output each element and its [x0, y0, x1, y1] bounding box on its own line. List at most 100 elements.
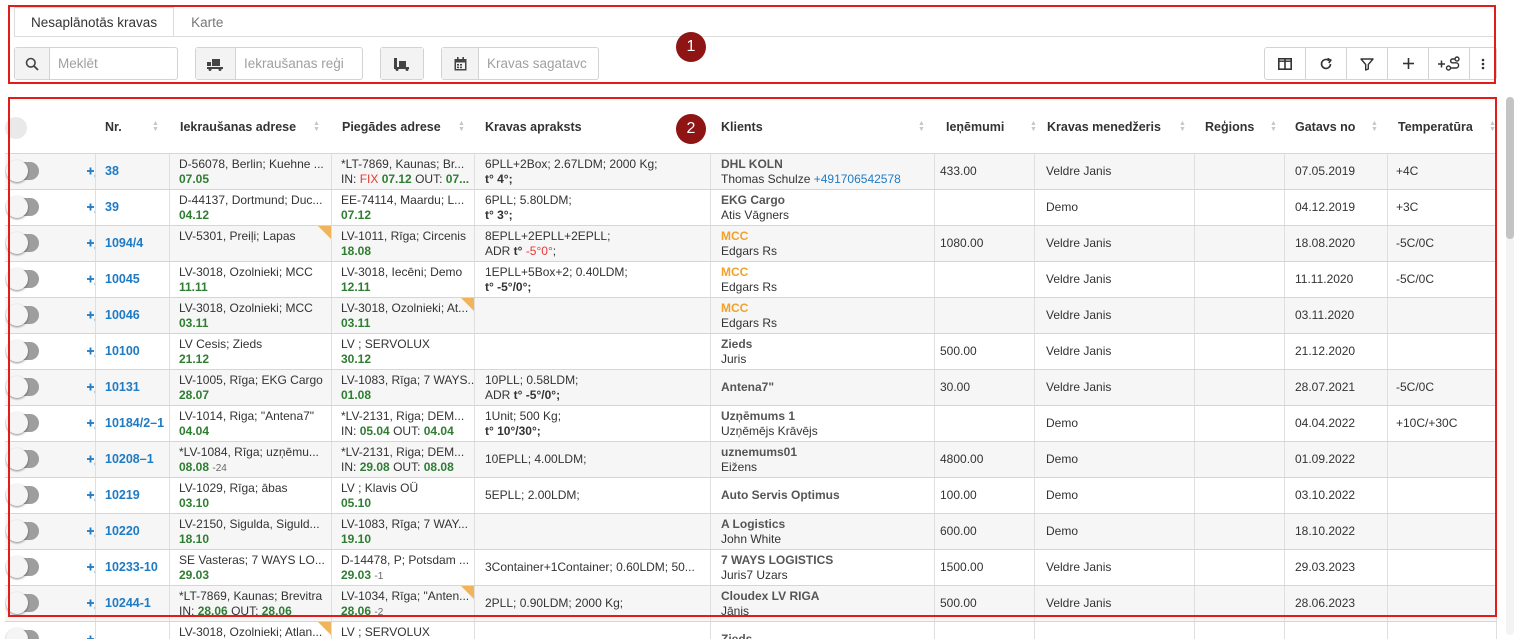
add-route-icon[interactable] — [86, 557, 95, 577]
refresh-icon[interactable] — [1306, 48, 1347, 79]
client-name[interactable]: EKG Cargo — [721, 193, 785, 207]
row-toggle[interactable] — [6, 520, 39, 542]
client-name[interactable]: uznemums01 — [721, 445, 797, 459]
sort-icon[interactable]: ▲ ▼ — [1489, 120, 1496, 133]
add-route-icon[interactable] — [86, 269, 95, 289]
sort-icon[interactable]: ▲ ▼ — [1179, 120, 1186, 133]
cargo-number-link[interactable]: 10220 — [105, 524, 140, 538]
cargo-number-link[interactable]: 10046 — [105, 308, 140, 322]
cargo-number-link[interactable]: 10233-10 — [105, 560, 158, 574]
table-row[interactable]: 10131 LV-1005, Rīga; EKG Cargo 28.07 LV-108… — [5, 369, 1497, 405]
table-row[interactable]: 10244-1 *LT-7869, Kaunas; Brevitra IN: 28.… — [5, 585, 1497, 621]
add-route-icon[interactable] — [86, 377, 95, 397]
col-ready-by[interactable]: Gatavs no — [1295, 105, 1355, 150]
loading-region-input[interactable]: Iekraušanas reģi — [236, 56, 344, 71]
add-route-icon[interactable] — [86, 521, 95, 541]
cargo-number-link[interactable]: 38 — [105, 164, 119, 178]
sort-icon[interactable]: ▲ ▼ — [313, 120, 320, 133]
row-toggle[interactable] — [6, 484, 39, 506]
select-all-toggle[interactable] — [5, 117, 27, 139]
row-toggle[interactable] — [6, 340, 39, 362]
client-name[interactable]: Zieds — [721, 632, 752, 639]
col-delivery-address[interactable]: Piegādes adrese — [342, 105, 441, 150]
col-client[interactable]: Klients — [721, 105, 763, 150]
table-row[interactable]: 39 D-44137, Dortmund; Duc... 04.12 EE-74114… — [5, 189, 1497, 225]
cargo-number-link[interactable]: 10045 — [105, 272, 140, 286]
col-cargo-description[interactable]: Kravas apraksts — [485, 105, 582, 150]
search-icon[interactable] — [15, 48, 50, 79]
truck-unloading-icon[interactable] — [381, 48, 423, 79]
sort-icon[interactable]: ▲ ▼ — [458, 120, 465, 133]
calendar-icon[interactable] — [442, 48, 479, 79]
col-temperature[interactable]: Temperatūra — [1398, 105, 1473, 150]
table-row[interactable]: LV-3018, Ozolnieki; Atlan... LV ; SERVOLU… — [5, 621, 1497, 639]
client-name[interactable]: Antena7" — [721, 380, 774, 394]
table-row[interactable]: 10100 LV Cesis; Zieds 21.12 LV ; SERVOLUX 30… — [5, 333, 1497, 369]
client-name[interactable]: Cloudex LV RIGA — [721, 589, 819, 603]
client-name[interactable]: 7 WAYS LOGISTICS — [721, 553, 833, 567]
more-options-icon[interactable] — [1470, 48, 1496, 79]
client-name[interactable]: Uzņēmums 1 — [721, 409, 795, 423]
add-route-icon[interactable] — [1429, 48, 1470, 79]
table-row[interactable]: 10233-10 SE Vasteras; 7 WAYS LO... 29.03 D-… — [5, 549, 1497, 585]
row-toggle[interactable] — [6, 592, 39, 614]
table-row[interactable]: 1094/4 LV-5301, Preiļi; Lapas LV-1011, Rīg… — [5, 225, 1497, 261]
row-toggle[interactable] — [6, 268, 39, 290]
add-route-icon[interactable] — [86, 629, 95, 639]
cargo-number-link[interactable]: 10208–1 — [105, 452, 154, 466]
col-nr[interactable]: Nr. — [105, 105, 122, 150]
col-loading-address[interactable]: Iekraušanas adrese — [180, 105, 296, 150]
add-route-icon[interactable] — [86, 449, 95, 469]
add-route-icon[interactable] — [86, 161, 95, 181]
row-toggle[interactable] — [6, 412, 39, 434]
sort-icon[interactable]: ▲ ▼ — [1030, 120, 1037, 133]
client-name[interactable]: Zieds — [721, 337, 752, 351]
loading-region-field[interactable]: Iekraušanas reģi — [195, 47, 363, 80]
row-toggle[interactable] — [6, 628, 39, 639]
row-toggle[interactable] — [6, 232, 39, 254]
cargo-number-link[interactable]: 10244-1 — [105, 596, 151, 610]
sort-icon[interactable]: ▲ ▼ — [1270, 120, 1277, 133]
add-route-icon[interactable] — [86, 593, 95, 613]
client-name[interactable]: MCC — [721, 265, 748, 279]
client-name[interactable]: A Logistics — [721, 517, 785, 531]
filter-icon[interactable] — [1347, 48, 1388, 79]
client-name[interactable]: MCC — [721, 301, 748, 315]
cargo-number-link[interactable]: 39 — [105, 200, 119, 214]
search-field[interactable]: Meklēt — [14, 47, 178, 80]
add-route-icon[interactable] — [86, 197, 95, 217]
tab-map[interactable]: Karte — [174, 7, 240, 37]
ready-date-input[interactable]: Kravas sagatavc — [479, 56, 587, 71]
add-route-icon[interactable] — [86, 413, 95, 433]
unloading-filter-button[interactable] — [380, 47, 424, 80]
tab-unplanned-cargo[interactable]: Nesaplānotās kravas — [14, 7, 175, 37]
sort-icon[interactable]: ▲ ▼ — [918, 120, 925, 133]
client-name[interactable]: MCC — [721, 229, 748, 243]
sort-icon[interactable]: ▲ ▼ — [1371, 120, 1378, 133]
table-row[interactable]: 10184/2–1 LV-1014, Riga; "Antena7" 04.04 *L… — [5, 405, 1497, 441]
col-regions[interactable]: Reģions — [1205, 105, 1254, 150]
table-row[interactable]: 38 D-56078, Berlin; Kuehne ... 07.05 *LT-78… — [5, 153, 1497, 189]
col-income[interactable]: Ieņēmumi — [946, 105, 1004, 150]
contact-phone-link[interactable]: +491706542578 — [814, 172, 901, 186]
add-icon[interactable] — [1388, 48, 1429, 79]
row-toggle[interactable] — [6, 376, 39, 398]
table-row[interactable]: 10208–1 *LV-1084, Rīga; uzņēmu... 08.08 -2… — [5, 441, 1497, 477]
add-route-icon[interactable] — [86, 341, 95, 361]
ready-date-field[interactable]: Kravas sagatavc — [441, 47, 599, 80]
add-route-icon[interactable] — [86, 233, 95, 253]
sort-icon[interactable]: ▲ ▼ — [152, 120, 159, 133]
client-name[interactable]: DHL KOLN — [721, 157, 783, 171]
add-route-icon[interactable] — [86, 305, 95, 325]
cargo-number-link[interactable]: 10131 — [105, 380, 140, 394]
scrollbar-thumb[interactable] — [1506, 97, 1514, 239]
col-cargo-manager[interactable]: Kravas menedžeris — [1047, 105, 1161, 150]
table-row[interactable]: 10045 LV-3018, Ozolnieki; MCC 11.11 LV-3018… — [5, 261, 1497, 297]
row-toggle[interactable] — [6, 304, 39, 326]
columns-icon[interactable] — [1265, 48, 1306, 79]
table-row[interactable]: 10219 LV-1029, Rīga; ābas 03.10 LV ; Klavis… — [5, 477, 1497, 513]
cargo-number-link[interactable]: 10219 — [105, 488, 140, 502]
table-row[interactable]: 10046 LV-3018, Ozolnieki; MCC 03.11 LV-3018… — [5, 297, 1497, 333]
add-route-icon[interactable] — [86, 485, 95, 505]
search-input[interactable]: Meklēt — [50, 56, 98, 71]
